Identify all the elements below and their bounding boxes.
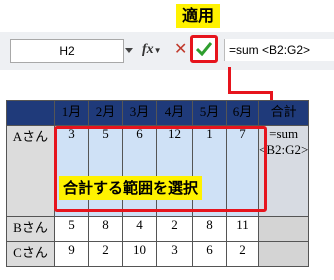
table-cell[interactable]: 8	[192, 216, 227, 242]
row-name[interactable]: Aさん	[6, 125, 55, 217]
column-header[interactable]: 合計	[257, 100, 310, 126]
header-row: 1月 2月 3月 4月 5月 6月 合計	[6, 100, 310, 126]
table-cell[interactable]: 9	[54, 241, 89, 267]
total-cell[interactable]	[257, 216, 310, 242]
checkmark-icon	[196, 42, 212, 56]
column-header[interactable]: 1月	[54, 100, 89, 126]
formula-bar: H2 fx▼ ✕ =sum <B2:G2>	[0, 32, 334, 71]
column-header[interactable]: 2月	[88, 100, 123, 126]
apply-callout: 適用	[176, 4, 221, 28]
name-box[interactable]: H2	[10, 39, 124, 63]
cancel-button[interactable]: ✕	[174, 40, 188, 58]
table-row: Bさん 5 8 4 2 8 11	[6, 216, 310, 242]
fx-label: fx	[142, 42, 154, 57]
table-row: Cさん 9 2 10 3 6 2	[6, 241, 310, 267]
total-cell[interactable]	[257, 241, 310, 267]
connector-line	[228, 67, 231, 93]
column-header[interactable]: 5月	[192, 100, 227, 126]
chevron-down-icon: ▼	[153, 46, 162, 55]
chevron-down-icon[interactable]	[125, 48, 133, 53]
table-cell[interactable]: 5	[54, 216, 89, 242]
table-cell[interactable]: 6	[192, 241, 227, 267]
table-cell[interactable]: 2	[156, 216, 193, 242]
row-name[interactable]: Cさん	[6, 241, 55, 267]
table-cell[interactable]: 8	[88, 216, 123, 242]
column-header[interactable]: 4月	[156, 100, 193, 126]
formula-input[interactable]: =sum <B2:G2>	[224, 39, 334, 61]
table-cell[interactable]: 11	[226, 216, 259, 242]
enter-button[interactable]	[190, 35, 218, 63]
table-cell[interactable]: 2	[88, 241, 123, 267]
connector-line	[228, 91, 272, 94]
corner-cell[interactable]	[6, 100, 55, 126]
column-header[interactable]: 3月	[122, 100, 157, 126]
column-header[interactable]: 6月	[226, 100, 259, 126]
insert-function-button[interactable]: fx▼	[142, 42, 162, 58]
range-callout: 合計する範囲を選択	[59, 176, 203, 200]
table-cell[interactable]: 4	[122, 216, 157, 242]
table-cell[interactable]: 10	[122, 241, 157, 267]
table-cell[interactable]: 3	[156, 241, 193, 267]
row-name[interactable]: Bさん	[6, 216, 55, 242]
table-cell[interactable]: 2	[226, 241, 259, 267]
cross-icon: ✕	[174, 39, 188, 58]
